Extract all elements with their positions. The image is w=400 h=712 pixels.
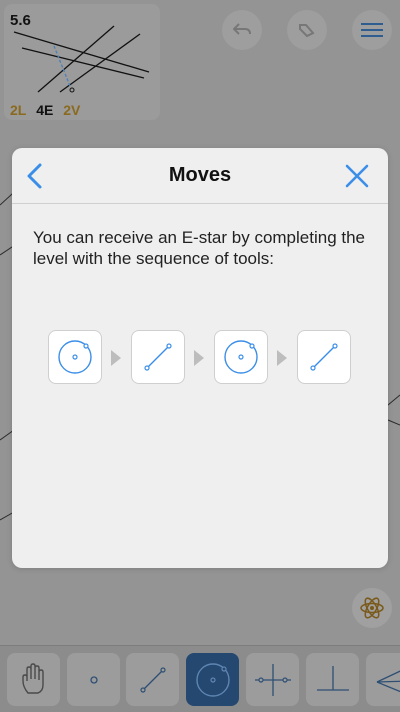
atom-icon	[359, 595, 385, 621]
level-number: 5.6	[10, 12, 31, 29]
dialog-header: Moves	[12, 148, 388, 204]
sequence-step-3	[214, 330, 268, 384]
tool-bar	[0, 645, 400, 712]
sequence-arrow	[194, 350, 204, 366]
tool-hand[interactable]	[7, 653, 60, 706]
perpendicular-icon	[313, 660, 353, 700]
tool-perpendicular[interactable]	[306, 653, 359, 706]
menu-button[interactable]	[352, 10, 392, 50]
sequence-arrow	[111, 350, 121, 366]
undo-button[interactable]	[222, 10, 262, 50]
hand-icon	[19, 663, 49, 697]
dialog-title: Moves	[12, 164, 388, 187]
tool-sequence	[48, 330, 352, 386]
tool-angle-bisector[interactable]	[366, 653, 400, 706]
circle-icon	[55, 337, 95, 377]
tool-line[interactable]	[126, 653, 179, 706]
close-button[interactable]	[344, 163, 370, 189]
level-move-counts: 2L 4E 2V	[10, 102, 86, 118]
menu-icon	[361, 21, 383, 39]
elementary-count: 4E	[36, 102, 53, 118]
dialog-message: You can receive an E-star by completing …	[33, 227, 368, 269]
tool-point[interactable]	[67, 653, 120, 706]
tool-perpendicular-bisector[interactable]	[246, 653, 299, 706]
sequence-step-2	[131, 330, 185, 384]
sequence-step-1	[48, 330, 102, 384]
circle-icon	[221, 337, 261, 377]
perpendicular-bisector-icon	[253, 660, 293, 700]
undo-icon	[231, 21, 253, 39]
angle-bisector-icon	[373, 660, 400, 700]
tool-circle[interactable]	[186, 653, 239, 706]
variations-count: 2V	[63, 102, 80, 118]
redo-button[interactable]	[287, 10, 327, 50]
hint-button[interactable]	[352, 588, 392, 628]
line-icon	[304, 337, 344, 377]
level-preview-card[interactable]: 5.6 2L 4E 2V	[4, 4, 160, 120]
redo-icon	[296, 19, 318, 41]
close-icon	[344, 163, 370, 189]
sequence-arrow	[277, 350, 287, 366]
circle-icon	[193, 660, 233, 700]
lines-count: 2L	[10, 102, 26, 118]
line-icon	[138, 337, 178, 377]
point-icon	[88, 674, 100, 686]
moves-dialog: Moves You can receive an E-star by compl…	[12, 148, 388, 568]
line-icon	[138, 665, 168, 695]
sequence-step-4	[297, 330, 351, 384]
